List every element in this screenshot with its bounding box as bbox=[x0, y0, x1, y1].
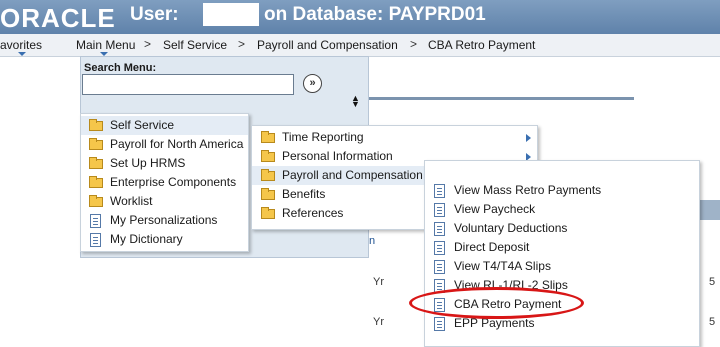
folder-icon bbox=[261, 169, 275, 181]
menu-item-label: Payroll for North America bbox=[110, 137, 244, 151]
folder-icon bbox=[89, 195, 103, 207]
document-icon bbox=[434, 279, 445, 293]
folder-icon bbox=[89, 138, 103, 150]
folder-icon bbox=[89, 157, 103, 169]
sort-menu-icon[interactable]: ▲ ▼ bbox=[351, 94, 360, 109]
page-text-fragment: Yr bbox=[373, 316, 384, 328]
oracle-logo: ORACLE bbox=[0, 3, 116, 33]
menu-item-label: Enterprise Components bbox=[110, 175, 237, 189]
menu-item-self-service[interactable]: Self Service bbox=[81, 116, 248, 135]
document-icon bbox=[90, 214, 101, 228]
nav-favorites[interactable]: avorites bbox=[0, 38, 42, 52]
favorites-dropdown-icon[interactable] bbox=[18, 52, 26, 56]
folder-icon bbox=[261, 188, 275, 200]
document-icon bbox=[434, 298, 445, 312]
document-icon bbox=[434, 184, 445, 198]
folder-icon bbox=[261, 150, 275, 162]
folder-icon bbox=[261, 131, 275, 143]
menu-item-cba-retro-payment[interactable]: CBA Retro Payment bbox=[425, 295, 699, 314]
breadcrumb-separator: > bbox=[144, 37, 152, 51]
menu-item-label: Payroll and Compensation bbox=[282, 168, 423, 182]
menu-item-label: View RL-1/RL-2 Slips bbox=[454, 278, 568, 292]
nav-payroll-compensation[interactable]: Payroll and Compensation bbox=[257, 38, 398, 52]
page-divider bbox=[367, 97, 634, 100]
document-icon bbox=[434, 241, 445, 255]
main-menu-dropdown: Self Service Payroll for North America S… bbox=[80, 113, 249, 252]
menu-item-set-up-hrms[interactable]: Set Up HRMS bbox=[81, 154, 248, 173]
page-text-fragment: 5 bbox=[709, 316, 716, 328]
nav-main-menu[interactable]: Main Menu bbox=[76, 38, 135, 52]
menu-item-label: View Paycheck bbox=[454, 202, 536, 216]
search-menu-input[interactable] bbox=[82, 74, 294, 95]
page-link-fragment[interactable]: n bbox=[369, 235, 375, 247]
submenu-arrow-icon bbox=[526, 134, 531, 142]
document-icon bbox=[434, 317, 445, 331]
menu-item-label: CBA Retro Payment bbox=[454, 297, 562, 311]
search-go-button[interactable]: » bbox=[303, 74, 322, 93]
menu-item-label: View Mass Retro Payments bbox=[454, 183, 602, 197]
breadcrumb-separator: > bbox=[410, 37, 418, 51]
menu-item-voluntary-deductions[interactable]: Voluntary Deductions bbox=[425, 219, 699, 238]
database-label: on Database: PAYPRD01 bbox=[264, 4, 486, 25]
user-name-redacted bbox=[203, 3, 259, 26]
folder-icon bbox=[89, 176, 103, 188]
page-text-fragment: 5 bbox=[709, 276, 716, 288]
menu-item-view-paycheck[interactable]: View Paycheck bbox=[425, 200, 699, 219]
menu-item-payroll-north-america[interactable]: Payroll for North America bbox=[81, 135, 248, 154]
page-text-fragment: Yr bbox=[373, 276, 384, 288]
folder-icon bbox=[261, 207, 275, 219]
header-banner: ORACLE User: on Database: PAYPRD01 bbox=[0, 0, 720, 34]
nav-self-service[interactable]: Self Service bbox=[163, 38, 227, 52]
menu-item-label: View T4/T4A Slips bbox=[454, 259, 551, 273]
menu-item-label: Set Up HRMS bbox=[110, 156, 186, 170]
document-icon bbox=[434, 222, 445, 236]
folder-icon bbox=[89, 119, 103, 131]
menu-item-label: Personal Information bbox=[282, 149, 393, 163]
menu-item-label: My Personalizations bbox=[110, 213, 218, 227]
document-icon bbox=[434, 260, 445, 274]
menu-item-view-t4-slips[interactable]: View T4/T4A Slips bbox=[425, 257, 699, 276]
menu-item-label: Worklist bbox=[110, 194, 153, 208]
menu-item-my-dictionary[interactable]: My Dictionary bbox=[81, 230, 248, 249]
menu-item-view-mass-retro-payments[interactable]: View Mass Retro Payments bbox=[425, 181, 699, 200]
menu-item-label: My Dictionary bbox=[110, 232, 183, 246]
menu-item-worklist[interactable]: Worklist bbox=[81, 192, 248, 211]
nav-cba-retro-payment[interactable]: CBA Retro Payment bbox=[428, 38, 535, 52]
menu-item-label: Direct Deposit bbox=[454, 240, 530, 254]
menu-item-label: References bbox=[282, 206, 344, 220]
user-label: User: bbox=[130, 4, 179, 25]
document-icon bbox=[90, 233, 101, 247]
document-icon bbox=[434, 203, 445, 217]
breadcrumb: avorites Main Menu > Self Service > Payr… bbox=[0, 34, 720, 57]
breadcrumb-separator: > bbox=[238, 37, 246, 51]
menu-item-my-personalizations[interactable]: My Personalizations bbox=[81, 211, 248, 230]
menu-item-epp-payments[interactable]: EPP Payments bbox=[425, 314, 699, 333]
menu-item-label: Voluntary Deductions bbox=[454, 221, 568, 235]
menu-item-view-rl-slips[interactable]: View RL-1/RL-2 Slips bbox=[425, 276, 699, 295]
menu-item-label: Benefits bbox=[282, 187, 326, 201]
search-menu-label: Search Menu: bbox=[84, 62, 157, 74]
menu-item-label: EPP Payments bbox=[454, 316, 535, 330]
menu-item-direct-deposit[interactable]: Direct Deposit bbox=[425, 238, 699, 257]
menu-item-label: Time Reporting bbox=[282, 130, 364, 144]
menu-item-time-reporting[interactable]: Time Reporting bbox=[252, 128, 537, 147]
payroll-compensation-submenu: View Mass Retro Payments View Paycheck V… bbox=[424, 160, 700, 347]
menu-item-label: Self Service bbox=[110, 118, 175, 132]
menu-item-enterprise-components[interactable]: Enterprise Components bbox=[81, 173, 248, 192]
page-header-strip bbox=[698, 200, 720, 220]
